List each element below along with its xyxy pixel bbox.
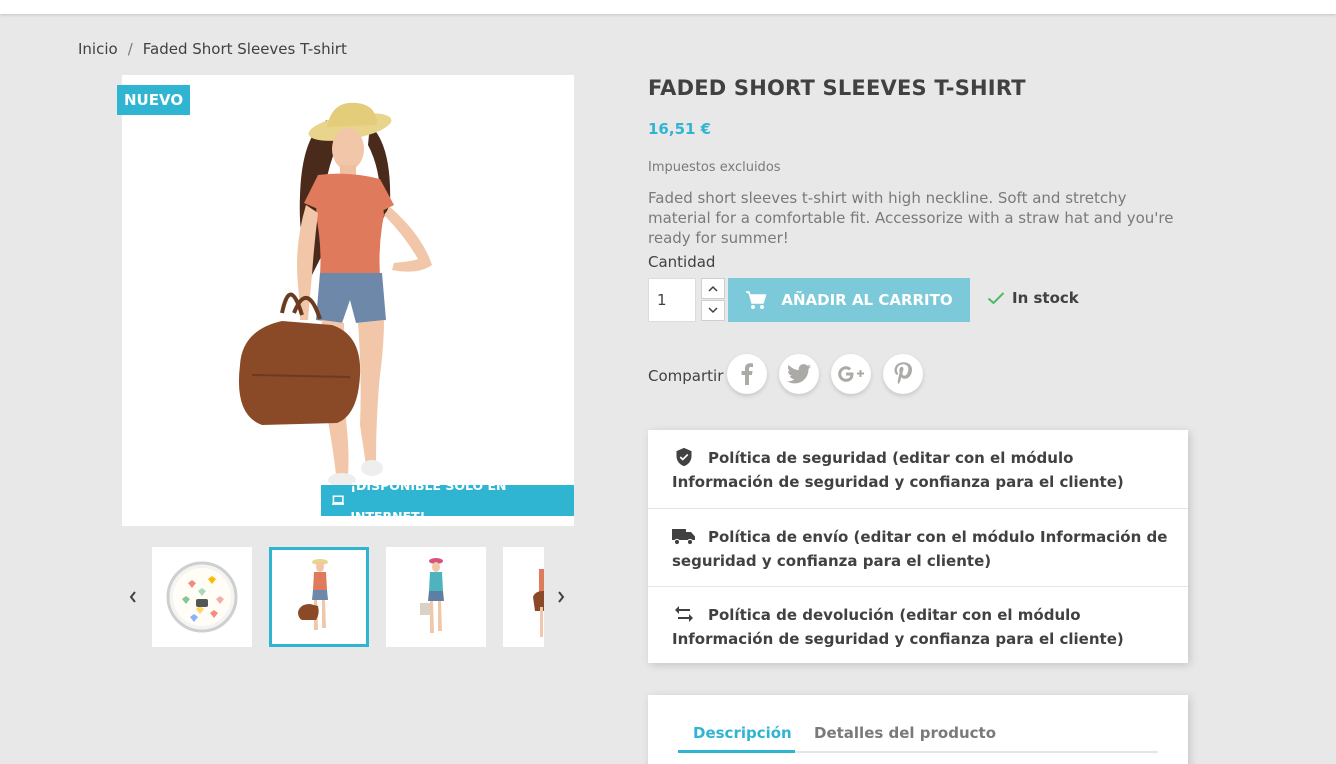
product-main-image[interactable] (122, 75, 574, 526)
shopping-cart-icon (746, 291, 767, 309)
product-description: Faded short sleeves t-shirt with high ne… (648, 189, 1174, 247)
share-twitter-button[interactable] (779, 354, 819, 394)
product-tabs-card: Descripción Detalles del producto (648, 695, 1188, 764)
chevron-left-icon (129, 591, 136, 603)
thumbnail-next-button[interactable] (551, 586, 571, 608)
share-pinterest-button[interactable] (883, 354, 923, 394)
product-thumbnail[interactable] (152, 547, 252, 647)
twitter-icon (787, 364, 811, 384)
reassurance-security-text: Política de seguridad (editar con el mód… (672, 449, 1124, 491)
product-thumbnail-partial[interactable] (503, 547, 544, 647)
tax-note: Impuestos excluidos (648, 160, 781, 175)
quantity-increment-button[interactable] (701, 278, 725, 299)
check-icon (987, 292, 1005, 305)
online-only-label: ¡DISPONIBLE SÓLO EN INTERNET! (350, 477, 507, 524)
product-title: FADED SHORT SLEEVES T-SHIRT (648, 76, 1026, 100)
reassurance-shipping-text: Política de envío (editar con el módulo … (672, 528, 1168, 570)
stock-label: In stock (1012, 289, 1079, 307)
reassurance-block: Política de seguridad (editar con el mód… (648, 430, 1188, 663)
breadcrumb-home-link[interactable]: Inicio (78, 40, 118, 58)
quantity-input[interactable] (648, 278, 696, 322)
chevron-up-icon (708, 285, 718, 292)
quantity-decrement-button[interactable] (701, 300, 725, 321)
facebook-icon (741, 363, 753, 385)
chevron-down-icon (708, 307, 718, 314)
shield-check-icon (676, 447, 692, 467)
breadcrumb: Inicio / Faded Short Sleeves T-shirt (78, 40, 347, 58)
truck-icon (672, 529, 695, 546)
product-thumbnail[interactable] (386, 547, 486, 647)
share-facebook-button[interactable] (727, 354, 767, 394)
thumbnail-prev-button[interactable] (123, 586, 143, 608)
breadcrumb-separator: / (127, 40, 133, 58)
add-to-cart-label: AÑADIR AL CARRITO (781, 291, 953, 309)
laptop-icon (332, 495, 345, 505)
google-plus-icon (838, 366, 864, 382)
tab-description[interactable]: Descripción (693, 724, 792, 742)
reassurance-item-shipping: Política de envío (editar con el módulo … (648, 508, 1188, 586)
reassurance-item-security: Política de seguridad (editar con el mód… (648, 430, 1188, 508)
product-price: 16,51 € (648, 120, 712, 138)
stock-status: In stock (987, 289, 1079, 307)
share-google-plus-button[interactable] (831, 354, 871, 394)
swap-arrows-icon (675, 606, 693, 622)
share-label: Compartir (648, 367, 724, 385)
breadcrumb-current: Faded Short Sleeves T-shirt (142, 40, 347, 58)
online-only-badge: ¡DISPONIBLE SÓLO EN INTERNET! (321, 478, 574, 524)
reassurance-item-returns: Política de devolución (editar con el mó… (648, 586, 1188, 664)
chevron-right-icon (558, 591, 565, 603)
product-thumbnail-selected[interactable] (269, 547, 369, 647)
quantity-label: Cantidad (648, 253, 716, 271)
new-badge: NUEVO (117, 85, 191, 115)
top-header-bar (0, 0, 1336, 14)
active-tab-indicator (678, 750, 795, 753)
reassurance-returns-text: Política de devolución (editar con el mó… (672, 606, 1124, 648)
tab-product-details[interactable]: Detalles del producto (814, 724, 996, 742)
pinterest-icon (894, 362, 912, 385)
add-to-cart-button[interactable]: AÑADIR AL CARRITO (728, 278, 970, 322)
